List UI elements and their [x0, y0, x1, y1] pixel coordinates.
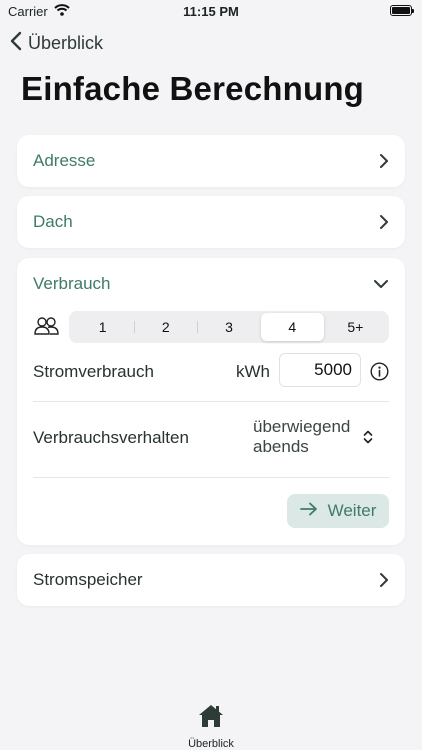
tab-overview-label: Überblick [188, 738, 234, 750]
household-size-segmented-control: 1 2 3 4 5+ [69, 311, 389, 343]
household-option-5-plus[interactable]: 5+ [324, 313, 387, 341]
adresse-row[interactable]: Adresse [17, 135, 405, 187]
verbrauchsverhalten-picker[interactable]: überwiegend abends [253, 417, 393, 459]
stromspeicher-card: Stromspeicher [17, 554, 405, 606]
household-option-3[interactable]: 3 [197, 313, 260, 341]
unit-label: kWh [236, 362, 270, 381]
household-option-2[interactable]: 2 [134, 313, 197, 341]
status-bar: Carrier 11:15 PM [0, 0, 422, 24]
verbrauchsverhalten-value-line1: überwiegend [253, 417, 351, 436]
adresse-label: Adresse [33, 151, 96, 170]
verbrauch-header[interactable]: Verbrauch [17, 258, 405, 310]
stromspeicher-row[interactable]: Stromspeicher [17, 554, 405, 606]
chevron-down-icon [373, 279, 389, 289]
house-icon [197, 703, 225, 734]
verbrauchsverhalten-value-line2: abends [253, 437, 309, 456]
verbrauchsverhalten-label: Verbrauchsverhalten [33, 428, 189, 447]
back-button[interactable]: Überblick [10, 31, 103, 55]
info-icon[interactable] [370, 362, 389, 386]
household-option-4[interactable]: 4 [260, 313, 324, 341]
battery-icon [390, 5, 414, 16]
dach-card: Dach [17, 196, 405, 248]
verbrauch-card: Verbrauch 1 2 3 4 5+ Stromverbrauch kWh … [17, 258, 405, 545]
weiter-label: Weiter [327, 501, 377, 520]
dach-label: Dach [33, 212, 73, 231]
chevron-right-icon [379, 153, 389, 169]
weiter-button[interactable]: Weiter [287, 494, 389, 528]
chevron-right-icon [379, 572, 389, 588]
people-icon [34, 316, 60, 341]
household-option-1[interactable]: 1 [71, 313, 134, 341]
page-title: Einfache Berechnung [21, 70, 365, 107]
stromverbrauch-label: Stromverbrauch [33, 362, 154, 381]
adresse-card: Adresse [17, 135, 405, 187]
stromverbrauch-input[interactable] [279, 353, 361, 387]
verbrauch-label: Verbrauch [33, 274, 111, 293]
chevron-up-down-icon [362, 429, 374, 450]
back-label: Überblick [28, 32, 104, 53]
clock: 11:15 PM [183, 4, 239, 19]
divider [33, 477, 389, 478]
stromspeicher-label: Stromspeicher [33, 570, 143, 589]
tab-overview[interactable]: Überblick [175, 703, 247, 750]
tab-bar: Überblick [0, 695, 422, 750]
chevron-left-icon [10, 31, 22, 56]
chevron-right-icon [379, 214, 389, 230]
dach-row[interactable]: Dach [17, 196, 405, 248]
divider [33, 401, 389, 402]
arrow-right-icon [299, 501, 318, 521]
